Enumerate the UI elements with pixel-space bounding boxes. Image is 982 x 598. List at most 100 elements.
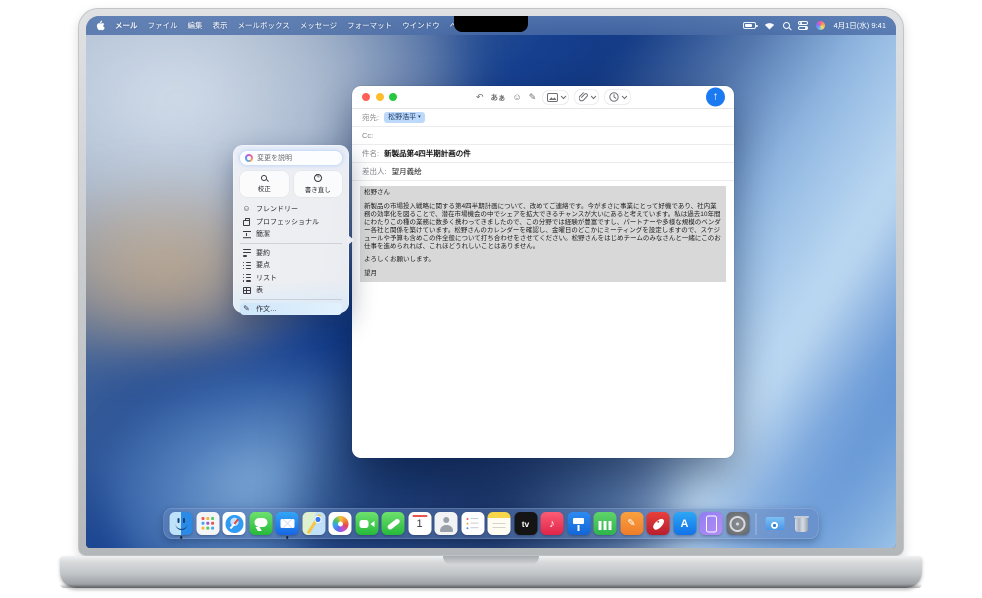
to-field[interactable]: 宛先: 松野浩平 ▾ [352, 109, 734, 127]
menu-mailbox[interactable]: メールボックス [238, 20, 290, 31]
dock-icon-contacts[interactable] [435, 512, 458, 535]
apple-intelligence-icon [245, 154, 253, 162]
writing-tools-icon[interactable]: ✎ [529, 93, 537, 102]
chevron-down-icon [561, 94, 566, 99]
control-center-icon[interactable] [798, 21, 808, 30]
window-titlebar[interactable]: ↶ あぁ ☺ ✎ [352, 86, 734, 109]
menu-item-table[interactable]: 表 [240, 284, 342, 297]
menu-item-professional[interactable]: プロフェッショナル [240, 216, 342, 229]
emoji-icon[interactable]: ☺ [513, 93, 522, 102]
dock-icon-keynote[interactable] [567, 512, 590, 535]
dock-icon-rocket[interactable] [647, 512, 670, 535]
menu-item-friendly[interactable]: ☺ フレンドリー [240, 203, 342, 216]
attach-file-button[interactable] [575, 90, 598, 104]
marketing-canvas: メール ファイル 編集 表示 メールボックス メッセージ フォーマット ウインド… [0, 0, 982, 598]
proofread-label: 校正 [258, 183, 271, 193]
subject-field[interactable]: 件名: 新製品第4四半期計画の件 [352, 145, 734, 163]
key-points-label: 要点 [256, 260, 270, 270]
describe-change-input[interactable]: 変更を説明 [240, 151, 342, 165]
photo-browser-button[interactable] [543, 91, 568, 104]
to-label: 宛先: [362, 112, 379, 123]
dock-icon-maps[interactable] [302, 512, 325, 535]
selected-text-block[interactable]: 松野さん 新製品の市場投入戦略に関する第4四半期計画について、改めてご連絡です。… [360, 186, 726, 282]
dock-icon-numbers[interactable] [594, 512, 617, 535]
macbook-frame: メール ファイル 編集 表示 メールボックス メッセージ フォーマット ウインド… [78, 8, 904, 556]
traffic-lights [362, 93, 397, 101]
compose-pen-icon: ✎ [242, 305, 251, 313]
dock-icon-finder[interactable] [170, 512, 193, 535]
close-button[interactable] [362, 93, 370, 101]
list-icon [242, 274, 251, 282]
photo-browser-icon [547, 93, 558, 102]
writing-tools-menu: ☺ フレンドリー プロフェッショナル 簡潔 要約 [240, 203, 342, 315]
apple-menu-icon[interactable] [96, 20, 105, 31]
rewrite-button[interactable]: ✎ 書き直し [294, 171, 343, 197]
dock-icon-facetime[interactable] [355, 512, 378, 535]
dock-icon-reminders[interactable] [461, 512, 484, 535]
dock-icon-notes[interactable] [488, 512, 511, 535]
from-field[interactable]: 差出人: 望月義絵 [352, 163, 734, 181]
zoom-button[interactable] [389, 93, 397, 101]
menu-window[interactable]: ウインドウ [402, 20, 440, 31]
dock: 1 tv ♪ ✎ A [164, 508, 819, 539]
menu-file[interactable]: ファイル [148, 20, 178, 31]
dock-icon-safari[interactable] [223, 512, 246, 535]
menu-edit[interactable]: 編集 [188, 20, 203, 31]
dock-icon-phone[interactable] [382, 512, 405, 535]
table-icon [242, 287, 251, 294]
body-paragraph: 新製品の市場投入戦略に関する第4四半期計画について、改めてご連絡です。今がまさに… [364, 203, 722, 251]
table-label: 表 [256, 285, 263, 295]
dock-icon-photos[interactable] [329, 512, 352, 535]
schedule-send-button[interactable] [605, 90, 629, 104]
dock-icon-pages[interactable]: ✎ [620, 512, 643, 535]
popover-tail [348, 235, 354, 245]
summary-icon [242, 249, 251, 257]
dock-icon-trash[interactable] [790, 512, 813, 535]
dock-icon-messages[interactable] [249, 512, 272, 535]
send-button[interactable]: ↑ [706, 88, 725, 107]
dock-icon-mail[interactable] [276, 512, 299, 535]
running-indicator [180, 536, 183, 539]
undo-icon[interactable]: ↶ [476, 93, 484, 102]
menu-app-name[interactable]: メール [115, 20, 138, 31]
dock-icon-downloads-folder[interactable] [763, 512, 786, 535]
attachment-icon [579, 92, 588, 102]
proofread-button[interactable]: 校正 [240, 171, 289, 197]
cc-field[interactable]: Cc: [352, 127, 734, 145]
rewrite-pencil-icon: ✎ [314, 174, 323, 183]
dock-icon-app-store[interactable]: A [673, 512, 696, 535]
dock-icon-apple-tv[interactable]: tv [514, 512, 537, 535]
recipient-token[interactable]: 松野浩平 ▾ [384, 112, 425, 123]
app-store-a-icon: A [681, 518, 689, 530]
from-value: 望月義絵 [392, 166, 422, 177]
siri-apple-intelligence-icon[interactable] [816, 21, 825, 30]
menu-item-compose[interactable]: ✎ 作文… [240, 303, 342, 316]
wifi-icon[interactable] [764, 21, 775, 30]
dock-icon-music[interactable]: ♪ [541, 512, 564, 535]
mail-compose-window: ↶ あぁ ☺ ✎ [352, 86, 734, 458]
menu-bar-clock[interactable]: 4月1日(水) 9:41 [833, 20, 886, 31]
menu-item-key-points[interactable]: 要点 [240, 259, 342, 272]
message-body[interactable]: 松野さん 新製品の市場投入戦略に関する第4四半期計画について、改めてご連絡です。… [352, 181, 734, 458]
menu-bar-status-area: 4月1日(水) 9:41 [743, 20, 886, 31]
format-text-icon[interactable]: あぁ [491, 92, 506, 103]
menu-view[interactable]: 表示 [213, 20, 228, 31]
menu-item-summary[interactable]: 要約 [240, 247, 342, 260]
recipient-name: 松野浩平 [388, 113, 416, 122]
subject-value: 新製品第4四半期計画の件 [384, 148, 471, 159]
battery-icon[interactable] [743, 22, 756, 29]
schedule-send-icon [609, 92, 619, 102]
dock-icon-calendar[interactable]: 1 [408, 512, 431, 535]
dock-icon-system-settings[interactable] [726, 512, 749, 535]
menu-item-list[interactable]: リスト [240, 272, 342, 285]
menu-message[interactable]: メッセージ [300, 20, 337, 31]
spotlight-icon[interactable] [783, 22, 790, 29]
concise-label: 簡潔 [256, 229, 270, 239]
minimize-button[interactable] [376, 93, 384, 101]
macbook-base-edge [60, 584, 922, 588]
calendar-day-number: 1 [416, 518, 422, 530]
dock-icon-iphone-mirroring[interactable] [700, 512, 723, 535]
dock-icon-launchpad[interactable] [196, 512, 219, 535]
menu-item-concise[interactable]: 簡潔 [240, 228, 342, 241]
menu-format[interactable]: フォーマット [347, 20, 392, 31]
